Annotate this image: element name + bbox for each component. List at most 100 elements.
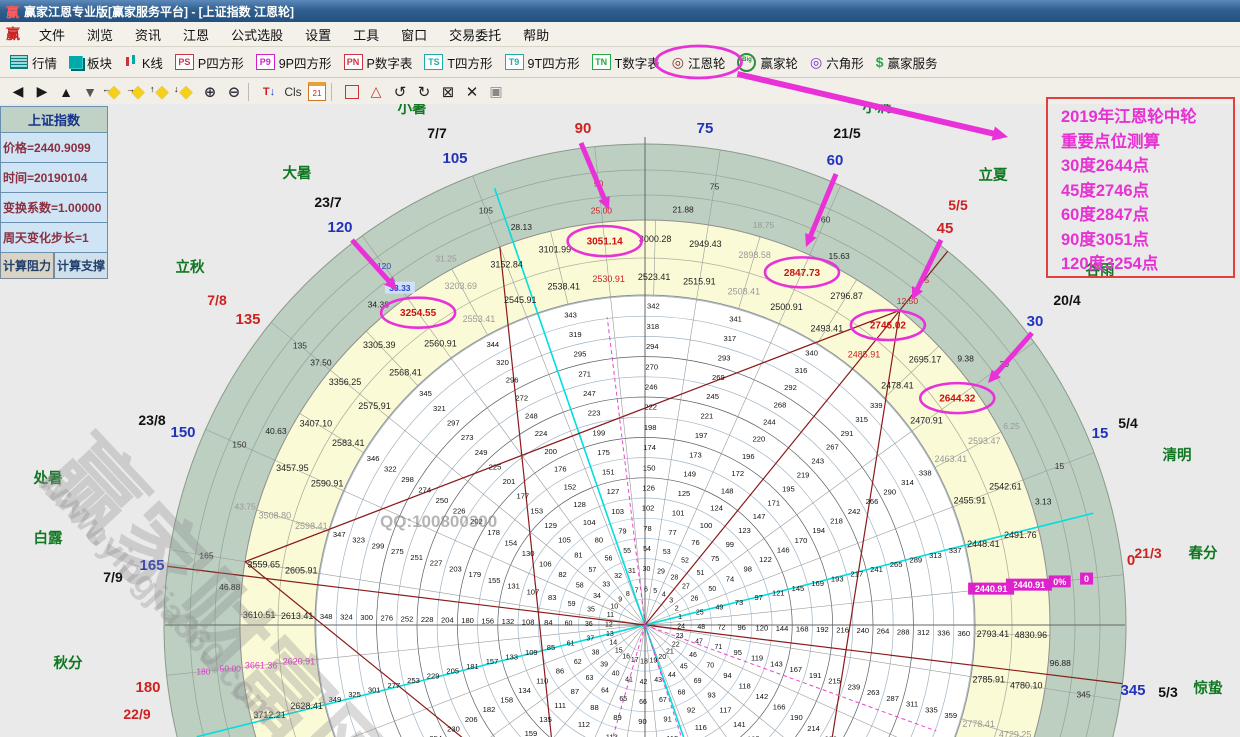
svg-text:75: 75 — [711, 554, 719, 563]
toolbar-item-winner-wheel[interactable]: Big赢家轮 — [731, 50, 804, 74]
svg-text:57: 57 — [588, 567, 596, 574]
svg-text:82: 82 — [558, 570, 566, 579]
svg-text:132: 132 — [502, 617, 515, 626]
svg-text:117: 117 — [719, 705, 731, 714]
svg-text:5/3: 5/3 — [1158, 684, 1178, 700]
toolbar-item-t-square[interactable]: TST四方形 — [418, 50, 498, 74]
svg-text:301: 301 — [368, 686, 381, 695]
menu-item-5[interactable]: 设置 — [294, 28, 342, 43]
diamond-left-icon[interactable]: ◆← — [102, 81, 126, 103]
svg-text:201: 201 — [503, 477, 516, 486]
draw-square-icon[interactable] — [340, 81, 364, 103]
svg-text:288: 288 — [897, 627, 910, 636]
diamond-down-icon[interactable]: ◆↓ — [174, 81, 198, 103]
svg-text:319: 319 — [569, 330, 582, 339]
svg-text:2590.91: 2590.91 — [311, 478, 344, 488]
delete-box-icon[interactable]: ⊠ — [436, 81, 460, 103]
svg-text:220: 220 — [753, 435, 766, 444]
menu-item-1[interactable]: 浏览 — [76, 28, 124, 43]
svg-text:3356.25: 3356.25 — [329, 377, 362, 387]
menu-item-0[interactable]: 文件 — [28, 28, 76, 43]
toolbar-item-kline[interactable]: K线 — [118, 50, 169, 74]
up-icon[interactable]: ▲ — [54, 81, 78, 103]
svg-text:18: 18 — [640, 659, 648, 666]
svg-text:2785.91: 2785.91 — [972, 674, 1005, 684]
svg-text:296: 296 — [506, 376, 519, 385]
down-icon[interactable]: ▼ — [78, 81, 102, 103]
svg-text:54: 54 — [643, 546, 651, 553]
svg-text:2568.41: 2568.41 — [389, 368, 422, 378]
svg-text:227: 227 — [430, 559, 443, 568]
menu-item-3[interactable]: 江恩 — [172, 28, 220, 43]
back-icon[interactable]: ◀ — [6, 81, 30, 103]
title-bar: 赢 赢家江恩专业版[赢家服务平台] - [上证指数 江恩轮] — [0, 0, 1240, 22]
rotate-ccw-icon[interactable]: ↺ — [388, 81, 412, 103]
screen-icon[interactable]: ▣ — [484, 81, 508, 103]
toolbar-item-p-table[interactable]: PNP数字表 — [338, 50, 419, 74]
toolbar-item-p-square[interactable]: PSP四方形 — [169, 50, 250, 74]
toolbar-item-9t-square[interactable]: T99T四方形 — [499, 50, 586, 74]
svg-text:299: 299 — [372, 541, 385, 550]
toolbar-label-sectors: 板块 — [87, 53, 112, 72]
time-axis-icon[interactable]: T↓ — [257, 81, 281, 103]
svg-text:344: 344 — [486, 340, 499, 349]
menu-item-8[interactable]: 交易委托 — [438, 28, 512, 43]
svg-text:205: 205 — [446, 667, 459, 676]
diamond-right-icon[interactable]: ◆→ — [126, 81, 150, 103]
svg-text:251: 251 — [410, 553, 423, 562]
toolbar-item-hexagon[interactable]: ◎六角形 — [804, 50, 870, 74]
svg-text:秋分: 秋分 — [54, 654, 83, 672]
svg-text:101: 101 — [672, 508, 685, 517]
menu-item-6[interactable]: 工具 — [342, 28, 390, 43]
candles-icon — [124, 55, 138, 69]
svg-text:159: 159 — [525, 729, 538, 737]
toolbar-label-p-square: P四方形 — [198, 53, 244, 72]
svg-text:75: 75 — [710, 181, 720, 191]
svg-text:90: 90 — [594, 178, 604, 188]
diamond-up-icon[interactable]: ◆↑ — [150, 81, 174, 103]
panel-button-resistance[interactable]: 计算阻力 — [0, 253, 54, 279]
svg-text:167: 167 — [789, 665, 802, 674]
badge-icon: TN — [592, 54, 611, 70]
shrink-icon[interactable]: ✕ — [460, 81, 484, 103]
toolbar-item-sectors[interactable]: 板块 — [63, 50, 118, 74]
toolbar-item-t-table[interactable]: TNT数字表 — [586, 50, 666, 74]
toolbar-item-gann-wheel[interactable]: ◎江恩轮 — [666, 50, 732, 74]
toolbar-item-quotes[interactable]: 行情 — [4, 50, 63, 74]
toolbar-item-9p-square[interactable]: P99P四方形 — [250, 50, 338, 74]
svg-text:346: 346 — [367, 454, 380, 463]
menu-item-9[interactable]: 帮助 — [512, 28, 560, 43]
svg-text:23/8: 23/8 — [138, 412, 165, 428]
menu-items: 文件浏览资讯江恩公式选股设置工具窗口交易委托帮助 — [28, 25, 560, 44]
svg-text:4780.10: 4780.10 — [1010, 680, 1043, 690]
svg-text:19: 19 — [650, 658, 658, 665]
panel-row-0: 价格=2440.9099 — [0, 133, 108, 163]
calendar-icon[interactable]: 21 — [305, 81, 329, 103]
svg-text:179: 179 — [468, 570, 481, 579]
svg-text:99: 99 — [726, 540, 734, 549]
draw-triangle-icon[interactable]: △ — [364, 81, 388, 103]
forward-icon[interactable]: ▶ — [30, 81, 54, 103]
panel-row-2: 变换系数=1.00000 — [0, 193, 108, 223]
menu-item-7[interactable]: 窗口 — [390, 28, 438, 43]
svg-text:343: 343 — [564, 310, 577, 319]
svg-text:惊蛰: 惊蛰 — [1194, 679, 1223, 697]
svg-text:314: 314 — [901, 478, 914, 487]
menu-item-4[interactable]: 公式选股 — [220, 28, 294, 43]
cls-button[interactable]: Cls — [281, 81, 305, 103]
rotate-cw-icon[interactable]: ↻ — [412, 81, 436, 103]
menu-item-2[interactable]: 资讯 — [124, 28, 172, 43]
svg-text:77: 77 — [668, 528, 676, 537]
toolbar-item-winner-service[interactable]: $赢家服务 — [870, 50, 944, 74]
svg-text:58: 58 — [576, 583, 584, 590]
svg-text:152: 152 — [564, 482, 577, 491]
svg-text:11: 11 — [607, 612, 614, 619]
panel-button-support[interactable]: 计算支撑 — [54, 253, 108, 279]
zoom-in-icon[interactable]: ⊕ — [198, 81, 222, 103]
svg-text:253: 253 — [407, 676, 420, 685]
zoom-out-icon[interactable]: ⊖ — [222, 81, 246, 103]
svg-text:2613.41: 2613.41 — [281, 611, 314, 621]
svg-text:337: 337 — [949, 546, 962, 555]
svg-text:26: 26 — [691, 596, 699, 603]
svg-text:203: 203 — [449, 564, 462, 573]
